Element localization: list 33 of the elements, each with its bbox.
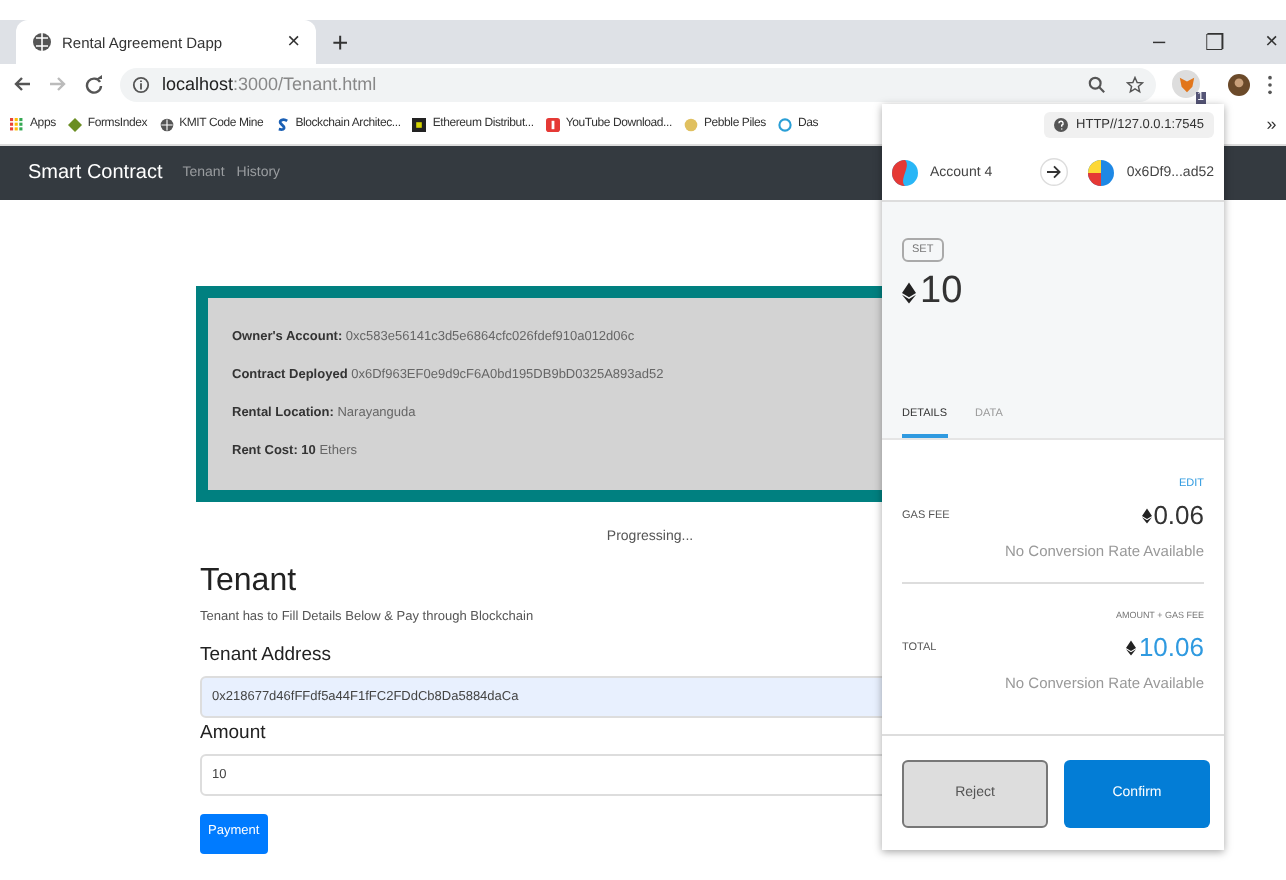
address-field[interactable]: localhost:3000/Tenant.html [120,67,1156,101]
star-icon[interactable] [1126,75,1144,93]
close-tab-button[interactable]: × [287,30,300,54]
ether-icon [1126,639,1137,655]
apps-grid-icon [10,117,24,131]
globe-icon [159,117,174,131]
s-letter-icon [275,117,290,131]
square-icon [412,117,427,131]
menu-icon[interactable] [1266,73,1274,95]
window-control-button[interactable]: ❐ [1205,29,1226,55]
recipient-avatar-icon [1088,159,1115,185]
amount-value: 10 [920,270,963,314]
globe-icon [32,32,52,52]
reload-icon[interactable] [84,74,104,94]
account-avatar-icon [892,159,918,185]
info-icon [132,75,150,93]
window-control-button[interactable]: – [1152,29,1166,55]
field-label: Amount [200,722,268,744]
window-control-button[interactable]: × [1265,29,1278,55]
new-tab-button[interactable]: + [332,26,349,58]
brand-link[interactable]: Smart Contract [28,162,163,184]
diamond-icon [67,117,82,131]
field-label: Tenant Address [200,644,333,666]
ether-icon [902,281,916,303]
total-value: 10.06 [1138,632,1204,662]
search-icon[interactable] [1088,75,1106,93]
ring-icon [777,117,792,131]
avatar-icon[interactable] [1228,73,1250,95]
back-icon[interactable] [12,74,32,94]
more-bookmarks-button[interactable]: » [1266,114,1276,134]
ether-icon [1141,507,1152,523]
gas-fee-value: 0.06 [1153,500,1204,530]
page-heading: Tenant [200,564,299,600]
